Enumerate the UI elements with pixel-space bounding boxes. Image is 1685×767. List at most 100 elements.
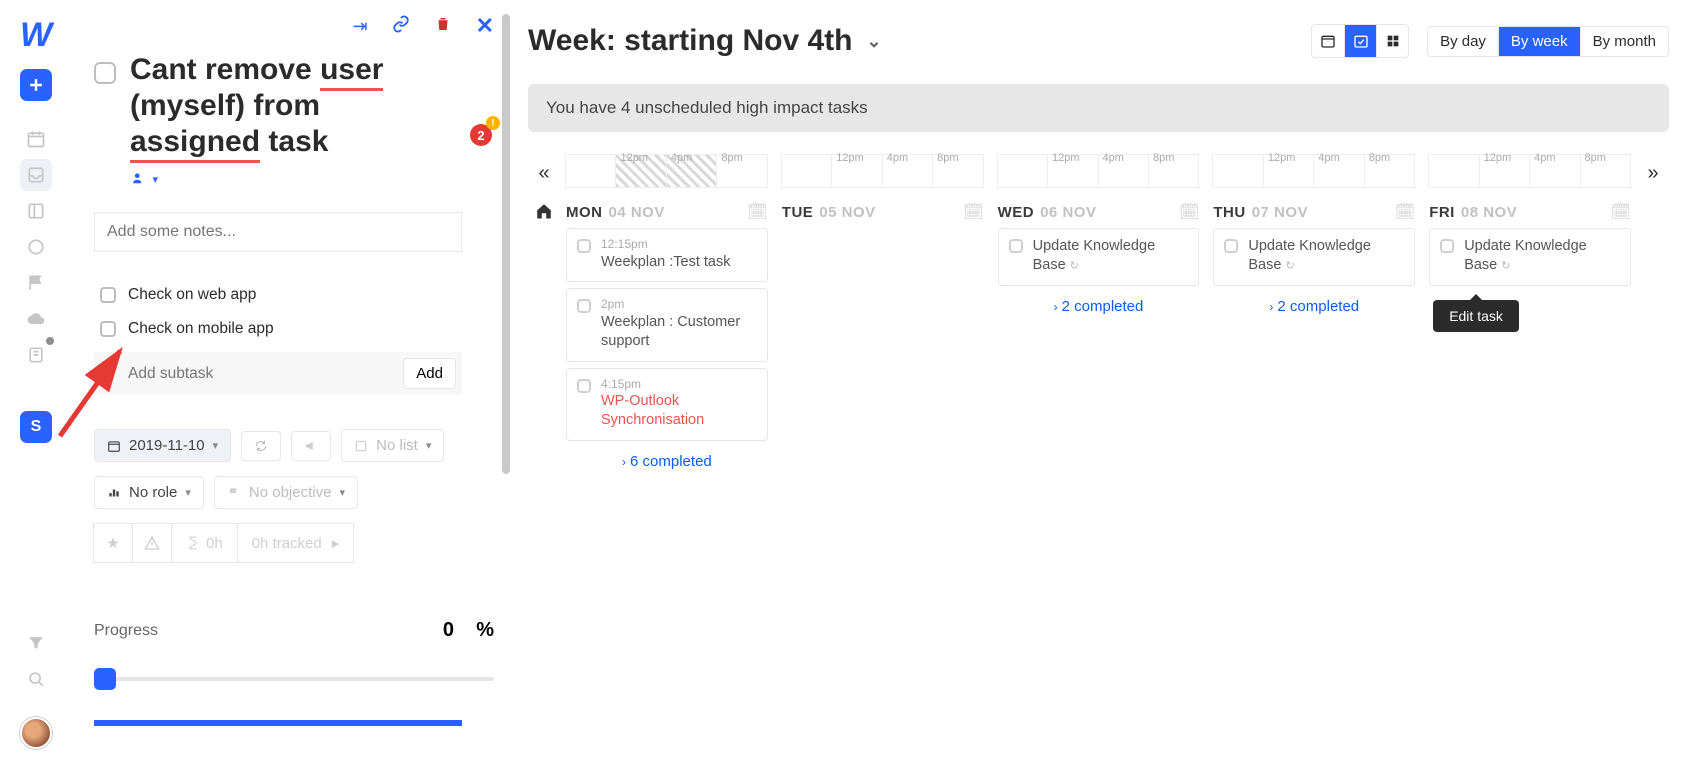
task-title[interactable]: Cant remove user (myself) from assigned … (130, 52, 494, 160)
task-card[interactable]: Update Knowledge Base↻ (1213, 228, 1415, 286)
task-props-row-1: 2019-11-10▾ No list▾ (94, 429, 494, 462)
task-card[interactable]: 2pmWeekplan : Customer support (566, 288, 768, 361)
add-subtask-button[interactable]: Add (403, 358, 456, 389)
tooltip: Edit task (1433, 300, 1519, 332)
task-title-row: Cant remove user (myself) from assigned … (94, 52, 494, 160)
range-by-month[interactable]: By month (1580, 27, 1668, 56)
left-nav-rail: W S (0, 0, 72, 767)
progress-slider-handle[interactable] (94, 668, 116, 690)
progress-label: Progress (94, 622, 394, 640)
alert-button[interactable] (132, 523, 172, 563)
nav-cloud-icon[interactable] (20, 303, 52, 335)
delete-icon[interactable] (434, 15, 452, 38)
day-header-tue: TUE05 NOV 🗓 (782, 202, 984, 222)
time-tracked-button[interactable]: 0h tracked ▸ (237, 523, 355, 563)
progress-slider[interactable] (94, 668, 494, 690)
completed-link[interactable]: ›6 completed (566, 453, 768, 470)
week-grid: « 12pm 4pm 8pm 12pm 4pm (528, 154, 1669, 470)
range-by-day[interactable]: By day (1428, 27, 1498, 56)
task-card-checkbox[interactable] (577, 239, 591, 253)
chevron-down-icon[interactable]: ⌄ (867, 31, 882, 52)
subtask-checkbox[interactable] (100, 287, 116, 303)
nav-notes-icon[interactable] (20, 339, 52, 371)
task-card[interactable]: 12:15pmWeekplan :Test task (566, 228, 768, 282)
list-picker-button[interactable]: No list▾ (341, 429, 444, 462)
task-card[interactable]: Update Knowledge Base↻ (998, 228, 1200, 286)
page-title[interactable]: Week: starting Nov 4th ⌄ (528, 24, 1311, 58)
plus-icon: + (100, 363, 116, 384)
task-card-checkbox[interactable] (577, 299, 591, 313)
close-icon[interactable]: ✕ (476, 13, 494, 39)
task-complete-checkbox[interactable] (94, 62, 116, 84)
task-card[interactable]: 4:15pmWP-Outlook Synchronisation (566, 368, 768, 441)
scrollbar-thumb[interactable] (502, 14, 510, 474)
completed-link[interactable]: ›2 completed (1213, 298, 1415, 315)
nav-search-icon[interactable] (20, 663, 52, 695)
move-icon[interactable]: ⇥ (352, 16, 367, 37)
objective-picker-button[interactable]: No objective▾ (214, 476, 358, 509)
day-header-wed: WED06 NOV 🗓 (998, 202, 1200, 222)
app-logo: W (20, 16, 52, 55)
subtask-label: Check on mobile app (128, 320, 274, 338)
recurring-icon: ↻ (1501, 260, 1510, 272)
progress-value: 0 (394, 619, 454, 642)
add-to-day-icon[interactable]: 🗓 (1179, 202, 1199, 222)
unscheduled-banner[interactable]: You have 4 unscheduled high impact tasks (528, 84, 1669, 132)
day-header-thu: THU07 NOV 🗓 (1213, 202, 1415, 222)
role-picker-button[interactable]: No role▾ (94, 476, 204, 509)
recurring-icon: ↻ (1285, 260, 1294, 272)
refresh-button[interactable] (241, 431, 281, 461)
subtask-checkbox[interactable] (100, 321, 116, 337)
task-card[interactable]: Update Knowledge Base↻ (1429, 228, 1631, 286)
range-by-week[interactable]: By week (1498, 27, 1580, 56)
progress-percent-symbol: % (454, 619, 494, 642)
task-mini-actions: ★ 0h 0h tracked ▸ (94, 523, 494, 563)
comments-badge[interactable]: 2 ! (470, 124, 492, 146)
task-card-checkbox[interactable] (1224, 239, 1238, 253)
nav-inbox-icon[interactable] (20, 159, 52, 191)
task-props-row-2: No role▾ No objective▾ (94, 476, 494, 509)
range-mode-group: By day By week By month (1427, 26, 1669, 57)
day-header-fri: FRI08 NOV 🗓 (1429, 202, 1631, 222)
task-card-checkbox[interactable] (577, 379, 591, 393)
time-estimate-button[interactable]: 0h (171, 523, 238, 563)
subtask-item[interactable]: Check on web app (94, 278, 494, 312)
link-icon[interactable] (392, 15, 410, 38)
nav-filter-icon[interactable] (20, 627, 52, 659)
progress-section: Progress 0 % (94, 619, 494, 726)
week-next-button[interactable]: » (1637, 154, 1669, 185)
announce-button[interactable] (291, 431, 331, 461)
subtask-list: Check on web app Check on mobile app + A… (94, 278, 494, 395)
add-to-day-icon[interactable]: 🗓 (963, 202, 983, 222)
warning-badge: ! (486, 116, 500, 130)
date-picker-button[interactable]: 2019-11-10▾ (94, 429, 231, 462)
user-avatar[interactable] (20, 717, 52, 749)
layout-calendar-icon[interactable] (1312, 25, 1344, 57)
completed-link[interactable]: ›2 completed (998, 298, 1200, 315)
add-to-day-icon[interactable]: 🗓 (747, 202, 767, 222)
assign-users-button[interactable]: ▾ (94, 170, 494, 188)
subtask-item[interactable]: Check on mobile app (94, 312, 494, 346)
notes-input[interactable] (94, 212, 462, 252)
main-header: Week: starting Nov 4th ⌄ By day By week … (528, 24, 1669, 58)
main-view: Week: starting Nov 4th ⌄ By day By week … (512, 0, 1685, 767)
add-to-day-icon[interactable]: 🗓 (1395, 202, 1415, 222)
add-to-day-icon[interactable]: 🗓 (1611, 202, 1631, 222)
nav-calendar-icon[interactable] (20, 123, 52, 155)
add-button[interactable] (20, 69, 52, 101)
task-panel: ⇥ ✕ Cant remove user (myself) from assig… (72, 0, 512, 767)
task-card-checkbox[interactable] (1440, 239, 1454, 253)
nav-circle-icon[interactable] (20, 231, 52, 263)
star-button[interactable]: ★ (93, 523, 133, 563)
nav-board-icon[interactable] (20, 195, 52, 227)
home-icon[interactable] (528, 188, 560, 470)
task-card-checkbox[interactable] (1009, 239, 1023, 253)
week-prev-button[interactable]: « (528, 154, 560, 185)
nav-flag-icon[interactable] (20, 267, 52, 299)
panel-scrollbar[interactable] (500, 0, 512, 767)
add-subtask-input[interactable] (126, 364, 393, 384)
layout-grid-icon[interactable] (1376, 25, 1408, 57)
time-strip-row: 12pm 4pm 8pm 12pm 4pm 8pm (560, 154, 1637, 188)
layout-check-icon[interactable] (1344, 25, 1376, 57)
workspace-selector[interactable]: S (20, 411, 52, 443)
